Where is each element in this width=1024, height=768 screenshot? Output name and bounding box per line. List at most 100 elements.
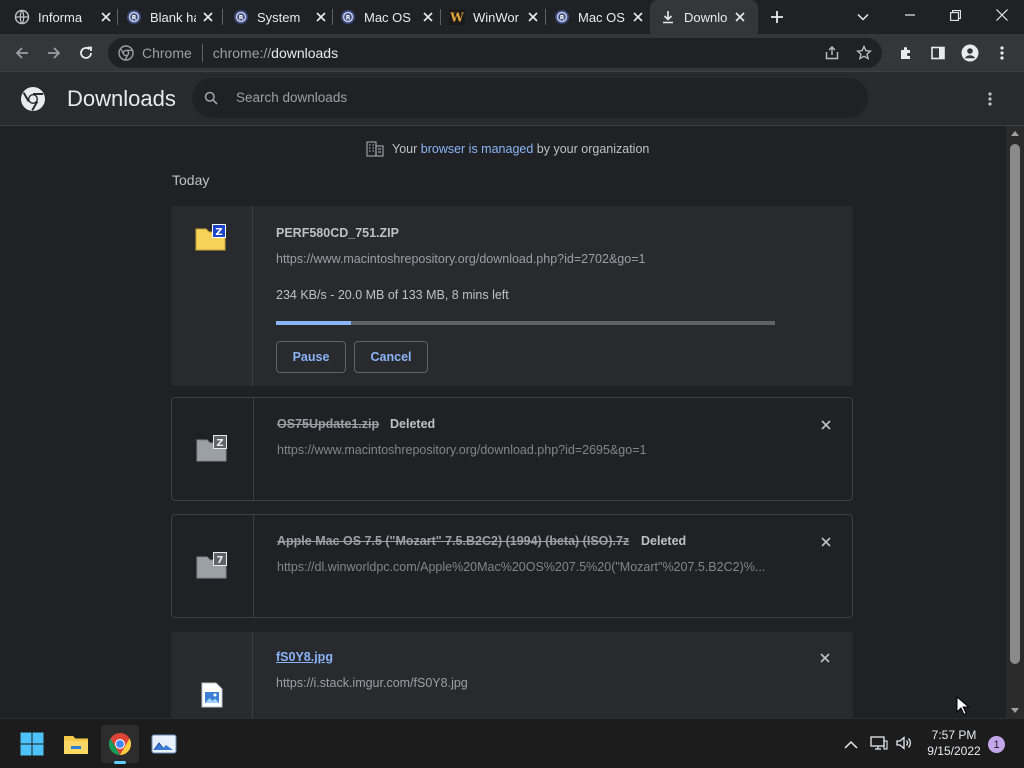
tab-search-button[interactable]: [853, 7, 873, 27]
file-icon-column: 7: [172, 515, 254, 617]
file-url[interactable]: https://www.macintoshrepository.org/down…: [276, 252, 776, 266]
forward-button[interactable]: [40, 39, 68, 67]
menu-icon[interactable]: [988, 39, 1016, 67]
photos-app-icon[interactable]: [145, 725, 183, 763]
managed-notice: Your browser is managed by your organiza…: [366, 140, 649, 158]
scrollbar[interactable]: [1006, 126, 1024, 718]
address-bar[interactable]: Chrome chrome://downloads: [108, 38, 882, 68]
mouse-cursor-icon: [956, 695, 971, 716]
close-icon[interactable]: [630, 9, 646, 25]
search-input[interactable]: Search downloads: [236, 90, 347, 105]
pause-button[interactable]: Pause: [276, 341, 346, 373]
cancel-button[interactable]: Cancel: [354, 341, 428, 373]
svg-text:Z: Z: [216, 438, 223, 449]
tab-separator: [332, 9, 333, 25]
new-tab-button[interactable]: [767, 7, 787, 27]
tab[interactable]: R Mac OS: [340, 0, 436, 34]
clock-date: 9/15/2022: [927, 744, 981, 758]
tab-title: WinWor: [473, 9, 519, 25]
tab[interactable]: Informa: [14, 0, 114, 34]
extensions-icon[interactable]: [892, 39, 920, 67]
file-name[interactable]: fS0Y8.jpg: [276, 650, 333, 664]
zip-file-icon: Z: [196, 434, 228, 462]
chrome-taskbar-icon[interactable]: [101, 725, 139, 764]
svg-text:7: 7: [217, 555, 224, 566]
close-icon[interactable]: [98, 9, 114, 25]
tab[interactable]: R System: [233, 0, 329, 34]
network-icon[interactable]: [870, 735, 888, 751]
show-hidden-icons-chevron-icon[interactable]: [844, 737, 858, 749]
tab-title: Mac OS: [364, 9, 411, 25]
toolbar: Chrome chrome://downloads: [0, 34, 1024, 72]
tab-title: Informa: [38, 9, 83, 25]
minimize-button[interactable]: [890, 0, 930, 30]
svg-text:W: W: [449, 11, 464, 25]
page-title: Downloads: [67, 86, 176, 111]
close-icon[interactable]: [420, 9, 436, 25]
close-icon[interactable]: [313, 9, 329, 25]
zip-file-icon: Z: [195, 223, 227, 251]
tab-downloads[interactable]: Downlo: [650, 0, 758, 34]
tab-separator: [222, 9, 223, 25]
file-name[interactable]: PERF580CD_751.ZIP: [276, 226, 399, 240]
more-actions-icon[interactable]: [980, 89, 1000, 109]
scroll-down-arrow-icon[interactable]: [1011, 708, 1019, 713]
close-icon[interactable]: [200, 9, 216, 25]
side-panel-icon[interactable]: [924, 39, 952, 67]
reload-button[interactable]: [72, 39, 100, 67]
image-file-icon: [201, 682, 223, 708]
restore-button[interactable]: [935, 0, 975, 30]
svg-text:R: R: [132, 15, 137, 22]
status-label: Deleted: [390, 417, 436, 431]
svg-text:R: R: [346, 15, 351, 22]
file-url[interactable]: https://i.stack.imgur.com/fS0Y8.jpg: [276, 676, 776, 690]
file-icon-column: Z: [172, 398, 254, 500]
tab[interactable]: W WinWor: [449, 0, 541, 34]
tab-title: Blank ha: [150, 9, 196, 25]
file-explorer-icon[interactable]: [57, 725, 95, 763]
remove-item-button[interactable]: [816, 415, 836, 435]
globe-icon: [14, 9, 30, 25]
download-icon: [660, 9, 676, 25]
download-item: Z OS75Update1.zip Deleted https://www.ma…: [171, 397, 853, 501]
file-name: OS75Update1.zip: [277, 417, 380, 431]
back-button[interactable]: [8, 39, 36, 67]
file-name: Apple Mac OS 7.5 ("Mozart" 7.5.B2C2) (19…: [277, 534, 630, 548]
start-button[interactable]: [13, 725, 51, 763]
tab-strip: Informa R Blank ha R System R Mac OS W W…: [0, 0, 1024, 34]
scroll-up-arrow-icon[interactable]: [1011, 131, 1019, 136]
file-icon-column: Z: [171, 206, 253, 386]
file-url[interactable]: https://dl.winworldpc.com/Apple%20Mac%20…: [277, 560, 777, 574]
close-icon[interactable]: [525, 9, 541, 25]
macintosh-repository-icon: R: [340, 9, 356, 25]
volume-icon[interactable]: [895, 735, 913, 751]
search-icon: [204, 91, 218, 105]
active-app-indicator: [114, 761, 126, 764]
remove-item-button[interactable]: [815, 648, 835, 668]
close-icon[interactable]: [732, 9, 748, 25]
7z-file-icon: 7: [196, 551, 228, 579]
notification-badge[interactable]: 1: [988, 736, 1005, 753]
tab-separator: [117, 9, 118, 25]
managed-link[interactable]: browser is managed: [421, 142, 534, 156]
site-label: Chrome: [142, 45, 192, 61]
share-icon[interactable]: [824, 45, 840, 61]
tab[interactable]: R Mac OS: [554, 0, 646, 34]
download-item: fS0Y8.jpg https://i.stack.imgur.com/fS0Y…: [171, 632, 853, 718]
scrollbar-thumb[interactable]: [1010, 144, 1020, 664]
downloads-list: Your browser is managed by your organiza…: [0, 126, 1006, 718]
progress-text: 234 KB/s - 20.0 MB of 133 MB, 8 mins lef…: [276, 288, 509, 302]
close-window-button[interactable]: [980, 0, 1024, 30]
download-item: Z PERF580CD_751.ZIP https://www.macintos…: [171, 206, 853, 386]
file-url[interactable]: https://www.macintoshrepository.org/down…: [277, 443, 777, 457]
managed-suffix: by your organization: [536, 142, 650, 156]
status-label: Deleted: [641, 534, 687, 548]
search-box[interactable]: Search downloads: [192, 78, 868, 118]
remove-item-button[interactable]: [816, 532, 836, 552]
taskbar: 7:57 PM 9/15/2022 1: [0, 718, 1024, 768]
tab[interactable]: R Blank ha: [126, 0, 216, 34]
profile-icon[interactable]: [956, 39, 984, 67]
star-icon[interactable]: [855, 44, 873, 61]
clock[interactable]: 7:57 PM 9/15/2022: [922, 727, 986, 759]
progress-bar: [276, 321, 775, 325]
